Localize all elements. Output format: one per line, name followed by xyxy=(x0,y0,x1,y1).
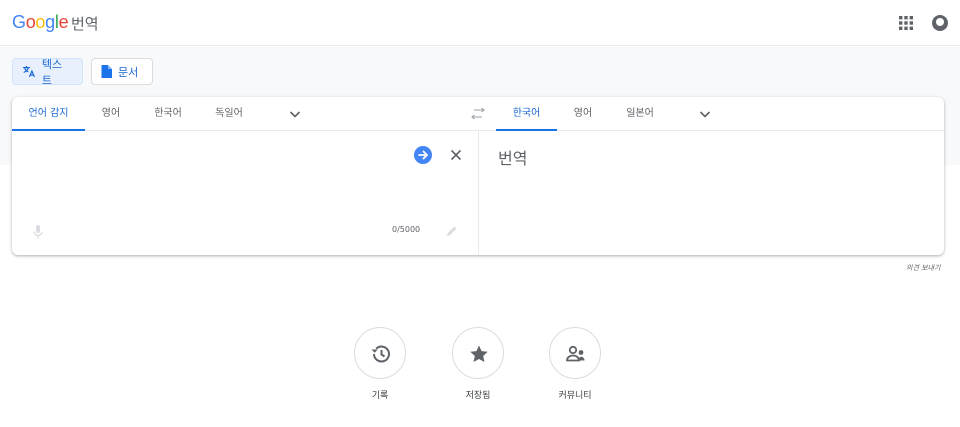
source-lang-english[interactable]: 영어 xyxy=(93,97,129,131)
source-lang-german[interactable]: 독일어 xyxy=(209,97,249,131)
logo-letter: e xyxy=(58,12,69,32)
history-shortcut[interactable]: 기록 xyxy=(345,327,415,401)
saved-shortcut[interactable]: 저장됨 xyxy=(443,327,513,401)
source-lang-korean[interactable]: 한국어 xyxy=(148,97,188,131)
saved-label: 저장됨 xyxy=(465,391,491,401)
saved-button[interactable] xyxy=(452,327,504,379)
source-text-input[interactable] xyxy=(12,132,412,222)
arrow-right-icon xyxy=(418,150,429,160)
send-feedback-link[interactable]: 의견 보내기 xyxy=(906,263,940,273)
logo-letter: G xyxy=(12,12,26,32)
target-lang-korean[interactable]: 한국어 xyxy=(496,97,557,131)
history-label: 기록 xyxy=(371,391,389,401)
community-label: 커뮤니티 xyxy=(558,391,592,401)
translate-icon xyxy=(22,66,35,78)
source-more-languages-chevron-icon[interactable] xyxy=(289,109,301,119)
logo-letter: g xyxy=(45,12,55,32)
clear-source-close-icon[interactable] xyxy=(450,149,462,161)
star-icon xyxy=(470,345,488,362)
community-shortcut[interactable]: 커뮤니티 xyxy=(540,327,610,401)
target-more-languages-chevron-icon[interactable] xyxy=(699,109,711,119)
swap-languages-icon[interactable] xyxy=(470,108,486,120)
language-bar: 언어 감지 영어 한국어 독일어 한국어 영어 일본어 xyxy=(12,97,944,131)
document-mode-button[interactable]: 문서 xyxy=(91,58,153,85)
history-icon xyxy=(371,345,390,363)
community-icon xyxy=(566,345,585,362)
apps-icon[interactable] xyxy=(899,16,913,30)
account-icon[interactable] xyxy=(932,15,948,31)
translation-card: 언어 감지 영어 한국어 독일어 한국어 영어 일본어 0/5000 번역 xyxy=(12,97,944,255)
document-icon xyxy=(101,65,112,78)
text-mode-button[interactable]: 텍스트 xyxy=(12,57,83,87)
translation-output-placeholder: 번역 xyxy=(498,149,528,168)
google-logo[interactable]: Google xyxy=(12,12,69,33)
target-lang-english[interactable]: 영어 xyxy=(565,97,601,131)
product-name[interactable]: 번역 xyxy=(71,13,99,34)
source-lang-detect[interactable]: 언어 감지 xyxy=(12,97,85,131)
top-header: Google 번역 xyxy=(0,0,960,46)
target-lang-japanese[interactable]: 일본어 xyxy=(620,97,660,131)
pane-divider xyxy=(478,131,479,255)
logo-letter: o xyxy=(35,12,46,32)
logo-letter: o xyxy=(25,12,36,32)
document-mode-label: 문서 xyxy=(118,65,139,79)
microphone-icon[interactable] xyxy=(33,225,43,239)
text-mode-label: 텍스트 xyxy=(41,57,63,87)
character-counter: 0/5000 xyxy=(392,225,421,234)
translate-go-button[interactable] xyxy=(414,146,432,164)
pencil-icon[interactable] xyxy=(446,225,458,237)
history-button[interactable] xyxy=(354,327,406,379)
community-button[interactable] xyxy=(549,327,601,379)
